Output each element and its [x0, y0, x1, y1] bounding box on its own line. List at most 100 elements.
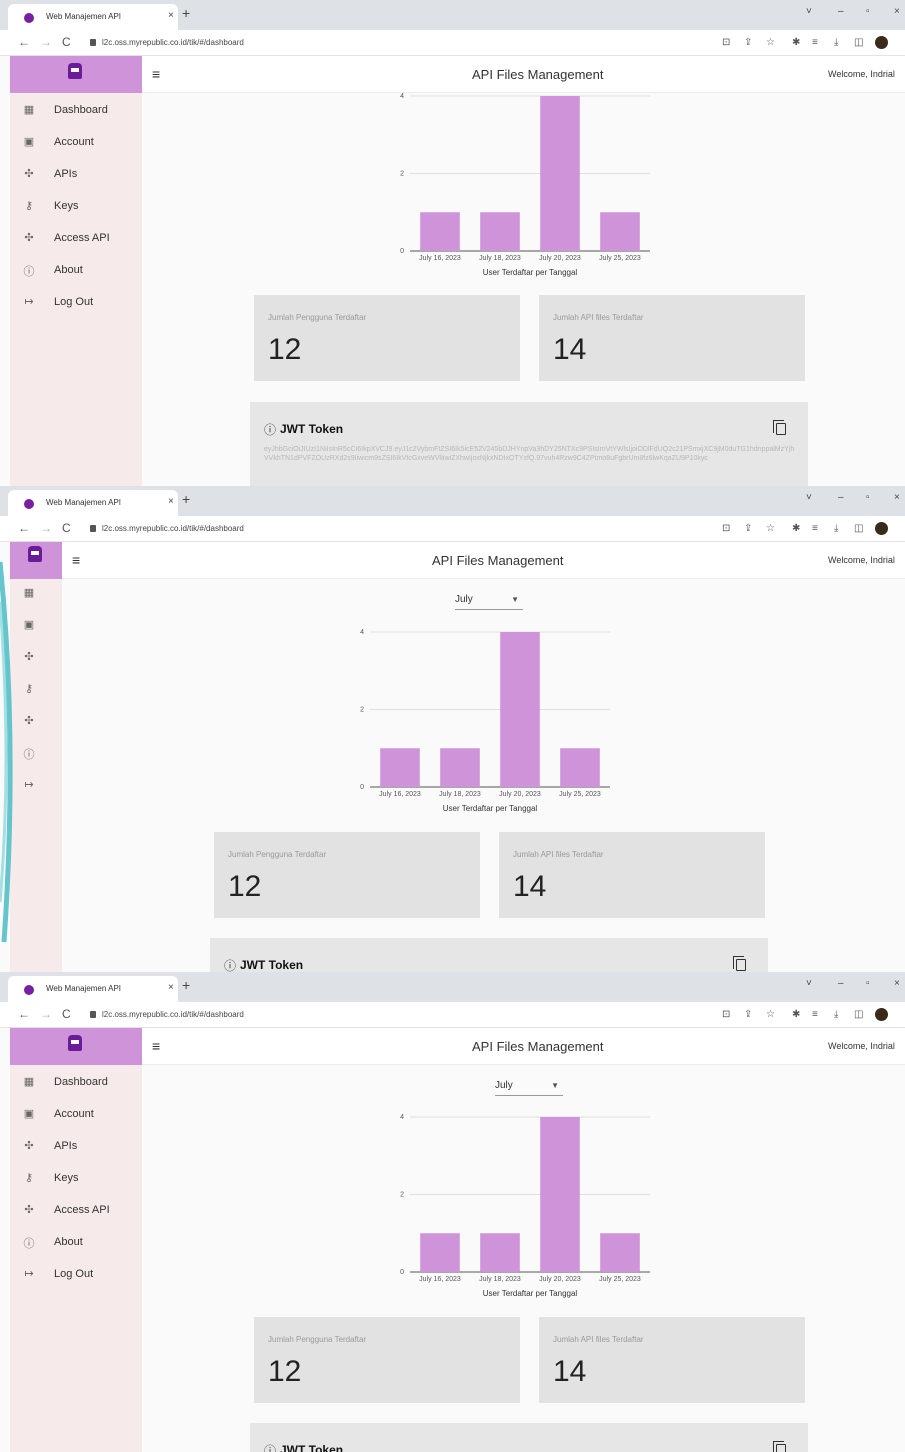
bookmark-star-icon[interactable]: ☆: [766, 523, 775, 534]
tab-search-icon[interactable]: ˅: [806, 978, 812, 989]
extensions-icon[interactable]: ✱: [792, 523, 800, 534]
browser-tab[interactable]: Web Manajemen API ×: [8, 490, 178, 516]
apis-icon[interactable]: ✣: [22, 650, 36, 663]
sidebar-item-access-api[interactable]: ✣ Access API: [10, 222, 142, 254]
month-select[interactable]: July ▼: [495, 1078, 563, 1096]
menu-icon[interactable]: ≡: [152, 1038, 160, 1054]
extensions-icon[interactable]: ✱: [792, 37, 800, 48]
stat-value: 12: [228, 870, 262, 903]
reading-list-icon[interactable]: ≡: [812, 523, 818, 534]
url-field[interactable]: l2c.oss.myrepublic.co.id/tik/#/dashboard: [102, 38, 244, 47]
side-panel-icon[interactable]: ◫: [854, 523, 863, 534]
download-icon[interactable]: ⤓: [834, 1009, 838, 1020]
stat-card-users: Jumlah Pengguna Terdaftar 12: [254, 1317, 520, 1403]
forward-icon[interactable]: →: [40, 521, 52, 535]
profile-avatar[interactable]: [875, 1008, 888, 1021]
tab-close-icon[interactable]: ×: [168, 496, 174, 507]
share-icon[interactable]: ⇪: [744, 37, 752, 48]
tab-search-icon[interactable]: ˅: [806, 492, 812, 503]
sidebar-item-keys[interactable]: ⚷ Keys: [10, 190, 142, 222]
minimize-icon[interactable]: –: [838, 978, 844, 989]
tab-search-icon[interactable]: ˅: [806, 6, 812, 17]
reading-list-icon[interactable]: ≡: [812, 37, 818, 48]
install-icon[interactable]: ⊡: [722, 1009, 730, 1020]
extensions-icon[interactable]: ✱: [792, 1009, 800, 1020]
key-icon[interactable]: ⚷: [22, 682, 36, 695]
maximize-icon[interactable]: ▫: [866, 6, 870, 17]
account-icon[interactable]: ▣: [22, 618, 36, 631]
sidebar-item-about[interactable]: ⓘ About: [10, 254, 142, 286]
sidebar-item-logout[interactable]: ↦ Log Out: [10, 286, 142, 318]
bar: [540, 1117, 580, 1272]
tab-close-icon[interactable]: ×: [168, 10, 174, 21]
stat-card-apis: Jumlah API files Terdaftar 14: [499, 832, 765, 918]
sidebar-brand: [10, 1028, 142, 1065]
sidebar-item-apis[interactable]: ✣ APIs: [10, 1130, 142, 1162]
reload-icon[interactable]: C: [62, 521, 71, 535]
new-tab-icon[interactable]: +: [182, 977, 190, 993]
sidebar-item-about[interactable]: ⓘ About: [10, 1226, 142, 1258]
chevron-down-icon: ▼: [551, 1081, 559, 1090]
back-icon[interactable]: ←: [18, 35, 30, 49]
install-icon[interactable]: ⊡: [722, 37, 730, 48]
new-tab-icon[interactable]: +: [182, 5, 190, 21]
stat-label: Jumlah Pengguna Terdaftar: [268, 1335, 367, 1344]
new-tab-icon[interactable]: +: [182, 491, 190, 507]
side-panel-icon[interactable]: ◫: [854, 1009, 863, 1020]
browser-tab[interactable]: Web Manajemen API ×: [8, 976, 178, 1002]
profile-avatar[interactable]: [875, 36, 888, 49]
tab-close-icon[interactable]: ×: [168, 982, 174, 993]
logout-icon[interactable]: ↦: [22, 778, 36, 791]
month-select[interactable]: July ▼: [455, 592, 523, 610]
chart-svg: 0 2 4 July 16, 2023 July 18, 2023 July 20, 20…: [400, 93, 650, 277]
account-icon: ▣: [23, 136, 35, 148]
minimize-icon[interactable]: –: [838, 492, 844, 503]
sidebar-item-keys[interactable]: ⚷ Keys: [10, 1162, 142, 1194]
reload-icon[interactable]: C: [62, 1007, 71, 1021]
profile-avatar[interactable]: [875, 522, 888, 535]
bar: [420, 212, 460, 251]
sidebar-item-apis[interactable]: ✣ APIs: [10, 158, 142, 190]
download-icon[interactable]: ⤓: [834, 37, 838, 48]
bookmark-star-icon[interactable]: ☆: [766, 37, 775, 48]
forward-icon[interactable]: →: [40, 35, 52, 49]
window-close-icon[interactable]: ×: [894, 6, 900, 17]
favicon-icon: [24, 499, 34, 509]
back-icon[interactable]: ←: [18, 1007, 30, 1021]
x-tick-label: July 25, 2023: [599, 255, 641, 262]
sidebar-item-access-api[interactable]: ✣ Access API: [10, 1194, 142, 1226]
download-icon[interactable]: ⤓: [834, 523, 838, 534]
window-close-icon[interactable]: ×: [894, 492, 900, 503]
maximize-icon[interactable]: ▫: [866, 492, 870, 503]
reload-icon[interactable]: C: [62, 35, 71, 49]
key-icon: ⚷: [24, 200, 34, 212]
share-icon[interactable]: ⇪: [744, 523, 752, 534]
url-field[interactable]: l2c.oss.myrepublic.co.id/tik/#/dashboard: [102, 524, 244, 533]
forward-icon[interactable]: →: [40, 1007, 52, 1021]
access-api-icon[interactable]: ✣: [22, 714, 36, 727]
menu-icon[interactable]: ≡: [72, 552, 80, 568]
maximize-icon[interactable]: ▫: [866, 978, 870, 989]
copy-icon[interactable]: [773, 420, 786, 435]
install-icon[interactable]: ⊡: [722, 523, 730, 534]
back-icon[interactable]: ←: [18, 521, 30, 535]
menu-icon[interactable]: ≡: [152, 66, 160, 82]
sidebar-item-dashboard[interactable]: ▦ Dashboard: [10, 94, 142, 126]
sidebar-brand: [10, 542, 62, 579]
sidebar-item-dashboard[interactable]: ▦ Dashboard: [10, 1066, 142, 1098]
share-icon[interactable]: ⇪: [744, 1009, 752, 1020]
bookmark-star-icon[interactable]: ☆: [766, 1009, 775, 1020]
browser-tab[interactable]: Web Manajemen API ×: [8, 4, 178, 30]
dashboard-icon[interactable]: ▦: [22, 586, 36, 599]
side-panel-icon[interactable]: ◫: [854, 37, 863, 48]
sidebar-item-logout[interactable]: ↦ Log Out: [10, 1258, 142, 1290]
sidebar-item-account[interactable]: ▣ Account: [10, 1098, 142, 1130]
copy-icon[interactable]: [733, 956, 746, 971]
reading-list-icon[interactable]: ≡: [812, 1009, 818, 1020]
minimize-icon[interactable]: –: [838, 6, 844, 17]
copy-icon[interactable]: [773, 1441, 786, 1452]
info-icon[interactable]: ⓘ: [22, 746, 36, 762]
window-close-icon[interactable]: ×: [894, 978, 900, 989]
url-field[interactable]: l2c.oss.myrepublic.co.id/tik/#/dashboard: [102, 1010, 244, 1019]
sidebar-item-account[interactable]: ▣ Account: [10, 126, 142, 158]
